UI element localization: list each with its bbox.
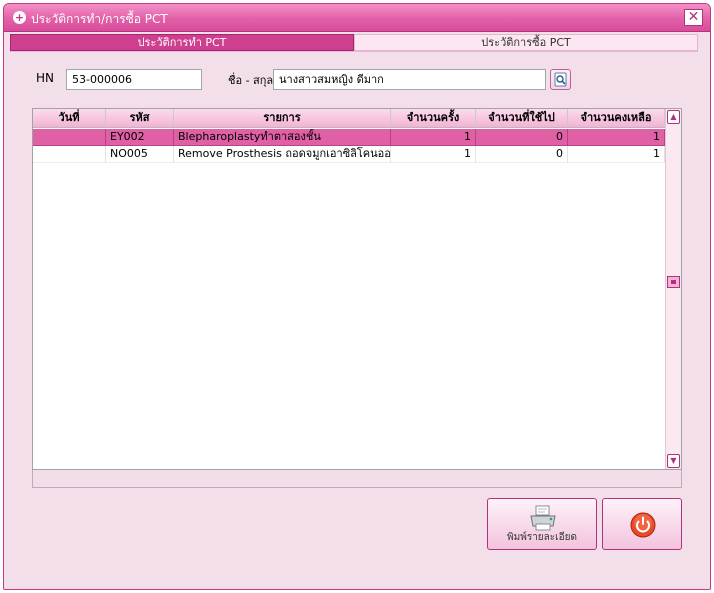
col-remaining[interactable]: จำนวนคงเหลือ: [568, 109, 665, 127]
power-icon: [630, 512, 656, 538]
col-item[interactable]: รายการ: [174, 109, 391, 127]
hn-label: HN: [36, 71, 54, 85]
window-title: ประวัติการทำ/การซื้อ PCT: [31, 12, 168, 26]
col-date[interactable]: วันที่: [33, 109, 106, 127]
scroll-down-icon[interactable]: ▼: [667, 454, 680, 468]
name-field[interactable]: นางสาวสมหญิง ดีมาก: [273, 69, 546, 90]
table-row[interactable]: EY002 Blepharoplastyทำตาสองชั้น 1 0 1: [33, 129, 665, 146]
col-used[interactable]: จำนวนที่ใช้ไป: [476, 109, 568, 127]
plus-circle-icon: +: [13, 11, 26, 24]
cell-code: EY002: [106, 129, 174, 146]
printer-icon: [530, 505, 556, 531]
cell-remaining: 1: [568, 129, 665, 146]
search-icon: [554, 72, 567, 87]
cell-item: Blepharoplastyทำตาสองชั้น: [174, 129, 391, 146]
search-button[interactable]: [550, 69, 571, 90]
table-header: วันที่ รหัส รายการ จำนวนครั้ง จำนวนที่ใช…: [33, 109, 665, 128]
cell-used: 0: [476, 146, 568, 163]
cell-remaining: 1: [568, 146, 665, 163]
title-bar: + ประวัติการทำ/การซื้อ PCT ✕: [4, 4, 710, 32]
col-code[interactable]: รหัส: [106, 109, 174, 127]
cell-item: Remove Prosthesis ถอดจมูกเอาซิลิโคนออก: [174, 146, 391, 163]
scroll-up-icon[interactable]: ▲: [667, 110, 680, 124]
col-times[interactable]: จำนวนครั้ง: [391, 109, 476, 127]
cell-times: 1: [391, 146, 476, 163]
tab-purchase-history[interactable]: ประวัติการซื้อ PCT: [354, 34, 698, 51]
cell-date: [33, 146, 106, 163]
close-icon[interactable]: ✕: [684, 9, 703, 26]
print-button-label: พิมพ์รายละเอียด: [507, 532, 577, 543]
name-label: ชื่อ - สกุล: [228, 74, 274, 87]
exit-button[interactable]: [602, 498, 682, 550]
cell-date: [33, 129, 106, 146]
cell-times: 1: [391, 129, 476, 146]
vertical-scrollbar[interactable]: ▲ ▼: [665, 109, 681, 469]
print-details-button[interactable]: พิมพ์รายละเอียด: [487, 498, 597, 550]
scroll-thumb[interactable]: [667, 276, 680, 288]
pct-history-table: วันที่ รหัส รายการ จำนวนครั้ง จำนวนที่ใช…: [32, 108, 682, 470]
cell-code: NO005: [106, 146, 174, 163]
table-row[interactable]: NO005 Remove Prosthesis ถอดจมูกเอาซิลิโค…: [33, 146, 665, 163]
cell-used: 0: [476, 129, 568, 146]
hn-field[interactable]: 53-000006: [66, 69, 202, 90]
table-footer: [32, 470, 682, 488]
tab-treatment-history[interactable]: ประวัติการทำ PCT: [10, 34, 354, 51]
